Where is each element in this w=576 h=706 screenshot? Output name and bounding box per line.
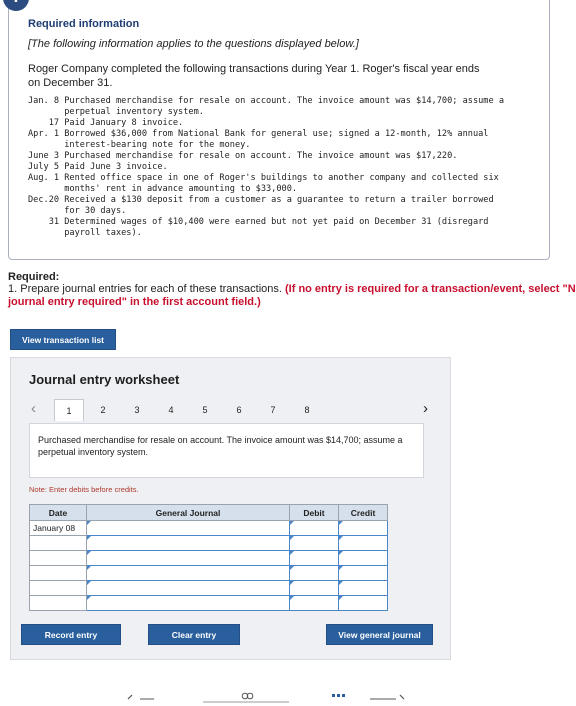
account-field[interactable] — [86, 550, 290, 566]
table-row — [29, 580, 388, 596]
account-field[interactable] — [86, 520, 290, 536]
journal-table: Date General Journal Debit Credit Januar… — [29, 504, 388, 611]
account-field[interactable] — [86, 595, 290, 611]
table-row — [29, 535, 388, 551]
tab-2[interactable]: 2 — [88, 399, 118, 421]
applies-note: [The following information applies to th… — [28, 38, 359, 50]
table-row — [29, 565, 388, 581]
credit-field[interactable] — [338, 565, 388, 581]
worksheet-title: Journal entry worksheet — [29, 372, 180, 387]
table-row: January 08 — [29, 520, 388, 536]
next-nav-icon[interactable] — [370, 694, 410, 704]
date-cell — [29, 535, 87, 551]
intro-text: Roger Company completed the following tr… — [28, 63, 480, 89]
debit-field[interactable] — [289, 595, 339, 611]
account-field[interactable] — [86, 535, 290, 551]
bottom-navigation — [0, 692, 576, 706]
required-instructions: 1. Prepare journal entries for each of t… — [8, 283, 576, 309]
journal-entry-worksheet: Journal entry worksheet ‹ 1 2 3 4 5 6 7 … — [10, 357, 451, 660]
credit-field[interactable] — [338, 550, 388, 566]
view-general-journal-button[interactable]: View general journal — [326, 624, 433, 645]
credit-field[interactable] — [338, 520, 388, 536]
grid-menu-icon[interactable] — [310, 694, 350, 704]
credit-field[interactable] — [338, 535, 388, 551]
date-cell — [29, 580, 87, 596]
credit-field[interactable] — [338, 595, 388, 611]
credit-column-header: Credit — [338, 504, 388, 521]
view-transaction-list-button[interactable]: View transaction list — [10, 329, 116, 350]
tab-1[interactable]: 1 — [54, 399, 84, 421]
transactions-list: Jan. 8 Purchased merchandise for resale … — [28, 96, 504, 238]
tab-7[interactable]: 7 — [258, 399, 288, 421]
tab-6[interactable]: 6 — [224, 399, 254, 421]
required-information-title: Required information — [28, 18, 140, 30]
prev-nav-icon[interactable] — [126, 694, 160, 704]
instruction-text: 1. Prepare journal entries for each of t… — [8, 283, 282, 295]
debit-field[interactable] — [289, 550, 339, 566]
date-cell — [29, 565, 87, 581]
debit-column-header: Debit — [289, 504, 339, 521]
table-row — [29, 595, 388, 611]
date-cell[interactable]: January 08 — [29, 520, 87, 536]
journal-header-row: Date General Journal Debit Credit — [29, 504, 388, 521]
tab-3[interactable]: 3 — [122, 399, 152, 421]
account-field[interactable] — [86, 565, 290, 581]
clear-entry-button[interactable]: Clear entry — [148, 624, 240, 645]
date-column-header: Date — [29, 504, 87, 521]
debit-field[interactable] — [289, 520, 339, 536]
credit-field[interactable] — [338, 580, 388, 596]
debit-field[interactable] — [289, 565, 339, 581]
tab-4[interactable]: 4 — [156, 399, 186, 421]
transaction-description: Purchased merchandise for resale on acco… — [29, 423, 424, 478]
link-icon[interactable] — [203, 692, 289, 704]
debit-credit-note: Note: Enter debits before credits. — [29, 485, 139, 494]
alert-icon: ! — [3, 0, 29, 11]
table-row — [29, 550, 388, 566]
date-cell — [29, 550, 87, 566]
debit-field[interactable] — [289, 535, 339, 551]
tab-8[interactable]: 8 — [292, 399, 322, 421]
record-entry-button[interactable]: Record entry — [21, 624, 121, 645]
next-arrow-icon[interactable]: › — [423, 399, 428, 421]
debit-field[interactable] — [289, 580, 339, 596]
tab-5[interactable]: 5 — [190, 399, 220, 421]
worksheet-tab-bar: ‹ 1 2 3 4 5 6 7 8 › — [29, 399, 439, 421]
general-journal-column-header: General Journal — [86, 504, 290, 521]
date-cell — [29, 595, 87, 611]
account-field[interactable] — [86, 580, 290, 596]
prev-arrow-icon[interactable]: ‹ — [31, 399, 36, 421]
required-heading: Required: — [8, 271, 60, 283]
